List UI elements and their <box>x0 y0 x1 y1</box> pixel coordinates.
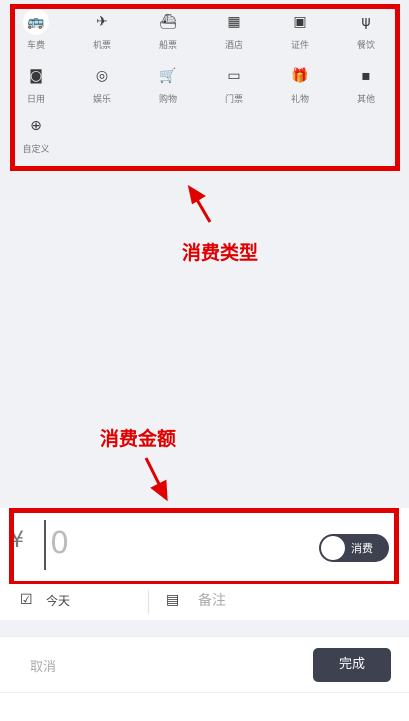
note-icon: ▤ <box>166 592 180 608</box>
arrow-to-amount <box>144 457 162 487</box>
expense-entry-screen: 🚌 车费 ✈ 机票 ⛴ 船票 ▦ 酒店 ▣ 证件 ψ 餐饮 ◙ 日用 ◎ 娱乐 … <box>0 0 409 721</box>
meta-divider <box>148 590 149 614</box>
cancel-button[interactable]: 取消 <box>30 656 56 675</box>
action-bar: 取消 完成 <box>0 636 409 693</box>
date-label[interactable]: 今天 <box>46 592 70 609</box>
meta-row: ☑ 今天 ▤ 备注 <box>0 584 409 620</box>
amount-highlight-box <box>9 508 399 586</box>
calendar-icon[interactable]: ☑ <box>20 592 36 608</box>
done-button[interactable]: 完成 <box>313 648 391 682</box>
arrow-head-category <box>187 184 206 205</box>
arrow-head-amount <box>150 479 168 502</box>
footer-area <box>0 692 409 721</box>
arrow-to-category <box>194 197 212 223</box>
note-input[interactable]: 备注 <box>198 590 226 610</box>
